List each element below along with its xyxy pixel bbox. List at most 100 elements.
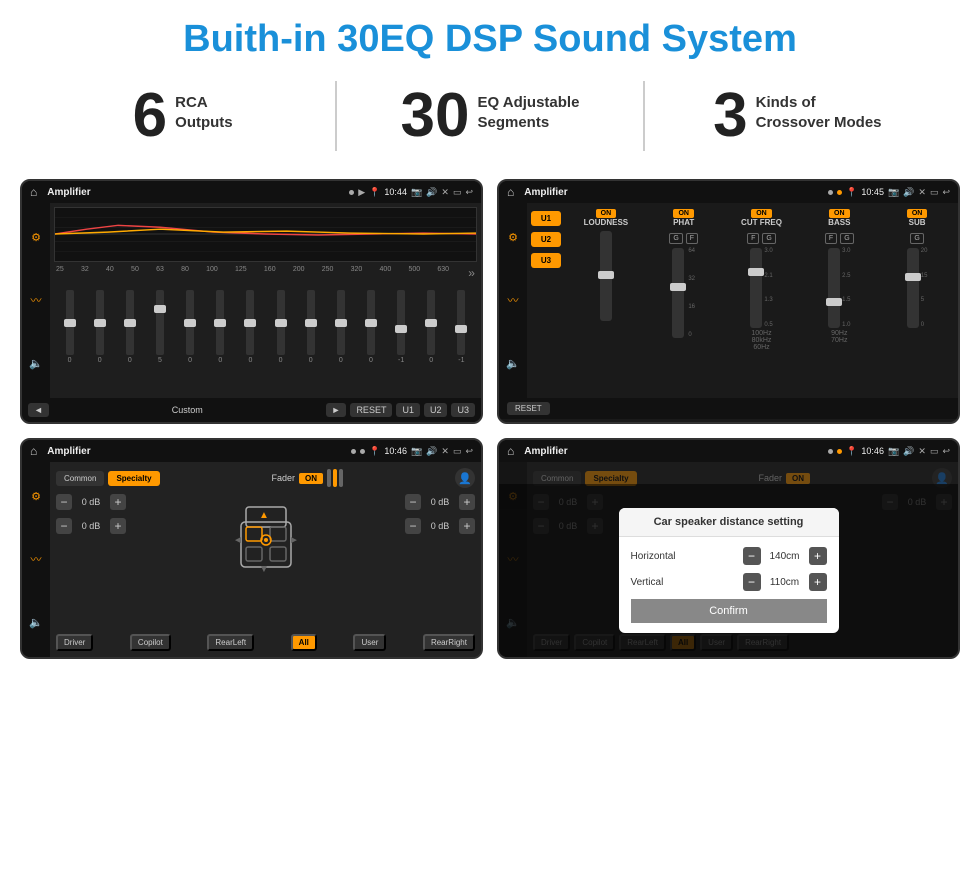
xover-u2-btn[interactable]: U2 <box>531 232 561 247</box>
eq-wave-btn[interactable]: 〰 <box>31 292 42 308</box>
eq-slider-40[interactable]: 0 <box>116 290 143 364</box>
fader-tab-specialty[interactable]: Specialty <box>108 471 159 486</box>
eq-u3-btn[interactable]: U3 <box>451 403 475 417</box>
dialog-home-icon[interactable]: ⌂ <box>507 444 514 458</box>
vol-fr-minus[interactable]: − <box>405 494 421 510</box>
phat-f-btn[interactable]: F <box>686 233 698 244</box>
confirm-button[interactable]: Confirm <box>631 599 827 623</box>
fader-sidebar: ⚙ 〰 🔈 <box>22 462 50 657</box>
eq-u2-btn[interactable]: U2 <box>424 403 448 417</box>
eq-slider-25[interactable]: 0 <box>56 290 83 364</box>
eq-slider-250[interactable]: 0 <box>357 290 384 364</box>
eq-time: 10:44 <box>384 187 407 197</box>
eq-slider-400[interactable]: 0 <box>418 290 445 364</box>
xover-u3-btn[interactable]: U3 <box>531 253 561 268</box>
fader-profile-icon[interactable]: 👤 <box>455 468 475 488</box>
eq-slider-125[interactable]: 0 <box>267 290 294 364</box>
eq-slider-80[interactable]: 0 <box>207 290 234 364</box>
xover-status-bar: ⌂ Amplifier 📍 10:45 📷 🔊 ✕ ▭ ↩ <box>499 181 958 203</box>
eq-slider-160[interactable]: 0 <box>297 290 324 364</box>
copilot-btn[interactable]: Copilot <box>130 634 171 651</box>
eq-u1-btn[interactable]: U1 <box>396 403 420 417</box>
bass-slider[interactable] <box>828 248 840 328</box>
dialog-body: Horizontal − 140cm + Vertical − 110 <box>619 537 839 633</box>
fader-location: 📍 <box>369 446 380 457</box>
eq-freq-labels: 25 32 40 50 63 80 100 125 160 200 250 32… <box>54 266 477 280</box>
fader-status-icons: 📍 10:46 📷 🔊 ✕ ▭ ↩ <box>351 446 473 457</box>
vol-fl-plus[interactable]: + <box>110 494 126 510</box>
eq-speaker-btn[interactable]: 🔈 <box>29 357 43 370</box>
bass-f-btn[interactable]: F <box>825 233 837 244</box>
cutfreq-slider-1[interactable] <box>750 248 762 328</box>
bass-on[interactable]: ON <box>829 209 850 218</box>
vol-rr-plus[interactable]: + <box>459 518 475 534</box>
eq-slider-32[interactable]: 0 <box>86 290 113 364</box>
rearright-btn[interactable]: RearRight <box>423 634 475 651</box>
stat-rca: 6 RCAOutputs <box>60 85 305 147</box>
xover-u1-btn[interactable]: U1 <box>531 211 561 226</box>
loudness-on[interactable]: ON <box>596 209 617 218</box>
eq-app-name: Amplifier <box>47 187 343 198</box>
bass-g-btn[interactable]: G <box>840 233 853 244</box>
user-btn[interactable]: User <box>353 634 386 651</box>
fader-on-badge[interactable]: ON <box>299 473 323 484</box>
home-icon[interactable]: ⌂ <box>30 185 37 199</box>
eq-slider-320[interactable]: -1 <box>388 290 415 364</box>
vol-rl-minus[interactable]: − <box>56 518 72 534</box>
xover-speaker-btn[interactable]: 🔈 <box>506 357 520 370</box>
fader-tab-common[interactable]: Common <box>56 471 104 486</box>
vol-rr-minus[interactable]: − <box>405 518 421 534</box>
fader-home-icon[interactable]: ⌂ <box>30 444 37 458</box>
fader-wave-btn[interactable]: 〰 <box>31 551 42 567</box>
vertical-minus-btn[interactable]: − <box>743 573 761 591</box>
eq-slider-100[interactable]: 0 <box>237 290 264 364</box>
driver-btn[interactable]: Driver <box>56 634 93 651</box>
fader-filter-btn[interactable]: ⚙ <box>31 490 41 503</box>
vertical-plus-btn[interactable]: + <box>809 573 827 591</box>
all-btn[interactable]: All <box>291 634 317 651</box>
dialog-time: 10:46 <box>861 446 884 456</box>
dialog-dot-2 <box>837 449 842 454</box>
cutfreq-g-btn[interactable]: G <box>762 233 775 244</box>
phat-on[interactable]: ON <box>673 209 694 218</box>
rearleft-btn[interactable]: RearLeft <box>207 634 254 651</box>
eq-filter-btn[interactable]: ⚙ <box>31 231 41 244</box>
xover-wave-btn[interactable]: 〰 <box>508 292 519 308</box>
xover-ch-phat: ON PHAT G F 64 32 16 <box>647 209 721 392</box>
phat-name: PHAT <box>673 218 694 227</box>
eq-slider-50[interactable]: 5 <box>146 290 173 364</box>
vertical-stepper[interactable]: − 110cm + <box>743 573 827 591</box>
phat-g-btn[interactable]: G <box>669 233 682 244</box>
horizontal-minus-btn[interactable]: − <box>743 547 761 565</box>
eq-next-btn[interactable]: ► <box>326 403 347 417</box>
xover-filter-btn[interactable]: ⚙ <box>508 231 518 244</box>
fader-status-bar: ⌂ Amplifier 📍 10:46 📷 🔊 ✕ ▭ ↩ <box>22 440 481 462</box>
dialog-win: ▭ <box>930 446 939 457</box>
eq-reset-btn[interactable]: RESET <box>350 403 392 417</box>
vol-fr-plus[interactable]: + <box>459 494 475 510</box>
horizontal-stepper[interactable]: − 140cm + <box>743 547 827 565</box>
vol-rl-value: 0 dB <box>76 521 106 531</box>
horizontal-plus-btn[interactable]: + <box>809 547 827 565</box>
eq-slider-200[interactable]: 0 <box>327 290 354 364</box>
phat-slider[interactable] <box>672 248 684 338</box>
eq-prev-btn[interactable]: ◄ <box>28 403 49 417</box>
eq-slider-500[interactable]: -1 <box>448 290 475 364</box>
fader-speaker-btn[interactable]: 🔈 <box>29 616 43 629</box>
fader-time: 10:46 <box>384 446 407 456</box>
sub-slider[interactable] <box>907 248 919 328</box>
vol-fl-minus[interactable]: − <box>56 494 72 510</box>
loudness-slider[interactable] <box>600 231 612 321</box>
cutfreq-f-btn[interactable]: F <box>747 233 759 244</box>
vol-rl-plus[interactable]: + <box>110 518 126 534</box>
distance-dialog[interactable]: Car speaker distance setting Horizontal … <box>619 508 839 633</box>
sub-on[interactable]: ON <box>907 209 928 218</box>
eq-status-icons: ▶ 📍 10:44 📷 🔊 ✕ ▭ ↩ <box>349 187 473 198</box>
xover-home-icon[interactable]: ⌂ <box>507 185 514 199</box>
eq-slider-63[interactable]: 0 <box>177 290 204 364</box>
xover-reset-btn[interactable]: RESET <box>507 402 550 415</box>
sub-g-btn[interactable]: G <box>910 233 923 244</box>
dialog-screen-card: ⌂ Amplifier 📍 10:46 📷 🔊 ✕ ▭ ↩ ⚙ 〰 🔈 <box>497 438 960 659</box>
cutfreq-on[interactable]: ON <box>751 209 772 218</box>
fader-dot-2 <box>360 449 365 454</box>
